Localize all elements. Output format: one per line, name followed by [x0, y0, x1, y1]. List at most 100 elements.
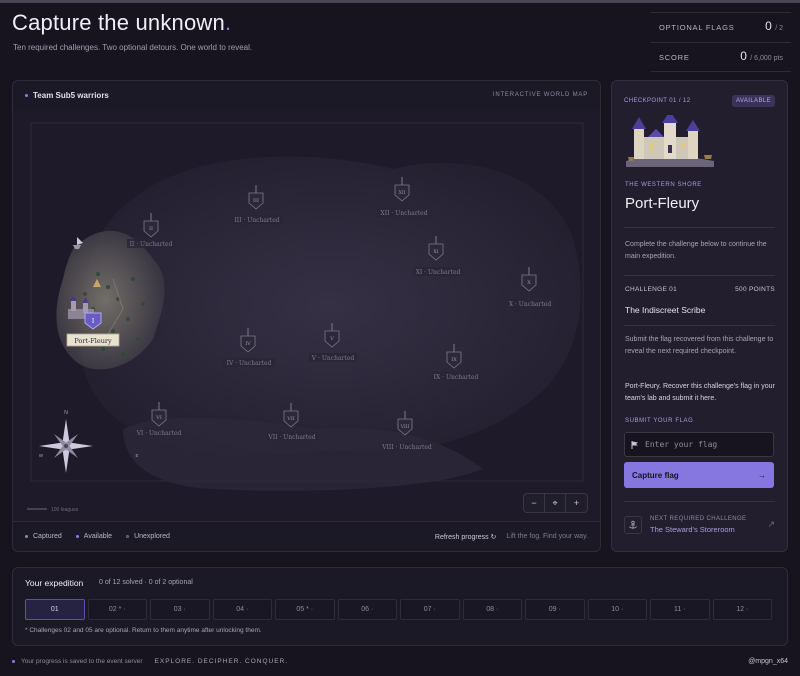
- checkpoint-label: VI · Uncharted: [136, 430, 182, 437]
- checkpoint-label: XI · Uncharted: [416, 269, 461, 276]
- step-02[interactable]: 02 * ·: [87, 599, 147, 620]
- divider: [624, 227, 775, 228]
- checkpoint-description: Complete the challenge below to continue…: [625, 241, 767, 260]
- expedition-panel: Your expedition 0 of 12 solved · 0 of 2 …: [12, 567, 788, 646]
- checkpoint-numeral: XI: [433, 249, 439, 255]
- status-badge: AVAILABLE: [731, 95, 775, 107]
- tagline: EXPLORE. DECIPHER. CONQUER.: [154, 658, 289, 665]
- optional-flags-label: OPTIONAL FLAGS: [659, 23, 735, 32]
- page-title: Capture the unknown.: [12, 10, 232, 35]
- checkpoint-label: IV · Uncharted: [227, 360, 272, 367]
- step-03[interactable]: 03 ·: [150, 599, 210, 620]
- expedition-note: * Challenges 02 and 05 are optional. Ret…: [25, 627, 262, 634]
- team-bullet-icon: [25, 93, 28, 97]
- challenge-meta: CHALLENGE 01 500 POINTS: [625, 286, 775, 293]
- step-04[interactable]: 04 ·: [212, 599, 272, 620]
- world-map-panel: Team Sub5 warriors INTERACTIVE WORLD MAP: [12, 80, 601, 552]
- legend-captured: Captured: [25, 533, 62, 540]
- checkpoint-label: CHECKPOINT 01 / 12: [624, 98, 691, 104]
- divider: [624, 325, 775, 326]
- map-header: Team Sub5 warriors INTERACTIVE WORLD MAP: [13, 81, 600, 109]
- capture-flag-label: Capture flag: [632, 470, 679, 480]
- anchor-icon: [629, 520, 637, 529]
- checkpoint-numeral: VI: [155, 415, 162, 421]
- optional-flags-value: 0 / 2: [765, 19, 783, 33]
- checkpoint-numeral: IV: [245, 341, 251, 347]
- checkpoint-label: V · Uncharted: [311, 355, 355, 362]
- checkpoint-label: III · Uncharted: [234, 217, 279, 224]
- world-map[interactable]: I Port-Fleury II II · Uncharted III III …: [13, 109, 600, 522]
- checkpoint-numeral: XII: [399, 190, 406, 196]
- flag-icon: [631, 440, 638, 449]
- step-08[interactable]: 08 ·: [462, 599, 522, 620]
- legend-available: Available: [75, 533, 112, 540]
- checkpoint-numeral: X: [527, 280, 531, 286]
- recenter-button[interactable]: ⌖: [545, 494, 566, 512]
- challenge-label: CHALLENGE 01: [625, 286, 678, 293]
- author-handle[interactable]: @mpgn_x64: [748, 658, 788, 665]
- step-12[interactable]: 12 ·: [712, 599, 772, 620]
- checkpoint-numeral: VII: [286, 416, 295, 422]
- checkpoint-label: IX · Uncharted: [434, 374, 479, 381]
- expedition-meta: 0 of 12 solved · 0 of 2 optional: [99, 579, 193, 586]
- map-footer: Captured Available Unexplored Refresh pr…: [13, 521, 600, 551]
- zoom-in-button[interactable]: +: [566, 494, 587, 512]
- next-challenge-text: NEXT REQUIRED CHALLENGE The Steward's St…: [650, 516, 759, 534]
- zoom-controls: − ⌖ +: [523, 493, 588, 513]
- checkpoint-label: X · Uncharted: [509, 301, 552, 308]
- stats-panel: OPTIONAL FLAGS 0 / 2 SCORE 0 / 6,000 pts: [651, 12, 791, 72]
- score-stat: SCORE 0 / 6,000 pts: [651, 42, 791, 72]
- checkpoint-numeral: V: [329, 336, 334, 342]
- checkpoint-panel: CHECKPOINT 01 / 12 AVAILABLE THE WESTERN…: [611, 80, 788, 552]
- step-10[interactable]: 10 ·: [587, 599, 647, 620]
- external-arrow-icon: ↗: [767, 519, 775, 529]
- checkpoint-numeral: II: [149, 226, 153, 232]
- status-dot-icon: [12, 660, 15, 663]
- compass-n: N: [64, 410, 68, 416]
- page-subtitle: Ten required challenges. Two optional de…: [13, 43, 253, 52]
- divider: [624, 275, 775, 276]
- region-label: THE WESTERN SHORE: [625, 182, 702, 188]
- step-06[interactable]: 06 ·: [337, 599, 397, 620]
- checkpoint-header: CHECKPOINT 01 / 12 AVAILABLE: [624, 95, 775, 107]
- legend-unexplored: Unexplored: [126, 533, 170, 540]
- score-label: SCORE: [659, 53, 690, 62]
- legend-dot-icon: [75, 535, 79, 538]
- refresh-progress-link[interactable]: Refresh progress ↻: [435, 533, 497, 541]
- checkpoint-numeral: III: [253, 198, 259, 204]
- scale-label: 100 leagues: [51, 507, 79, 513]
- flag-input[interactable]: [645, 440, 765, 449]
- save-status: Your progress is saved to the event serv…: [21, 658, 143, 665]
- challenge-points: 500 POINTS: [735, 286, 775, 293]
- next-challenge-icon: [624, 515, 642, 534]
- step-07[interactable]: 07 ·: [400, 599, 460, 620]
- next-challenge-label: NEXT REQUIRED CHALLENGE: [650, 515, 747, 522]
- page-footer: Your progress is saved to the event serv…: [12, 658, 788, 665]
- castle-illustration-icon: [626, 115, 714, 167]
- submit-label: SUBMIT YOUR FLAG: [625, 418, 694, 424]
- checkpoint-label: II · Uncharted: [130, 241, 173, 248]
- flag-input-wrapper: [624, 432, 774, 457]
- optional-flags-stat: OPTIONAL FLAGS 0 / 2: [651, 12, 791, 42]
- zoom-out-button[interactable]: −: [524, 494, 545, 512]
- step-05[interactable]: 05 * ·: [275, 599, 335, 620]
- expedition-title: Your expedition: [25, 578, 84, 588]
- legend-dot-icon: [126, 535, 130, 538]
- step-09[interactable]: 09 ·: [525, 599, 585, 620]
- challenge-name: The Indiscreet Scribe: [625, 305, 706, 315]
- next-challenge-link[interactable]: NEXT REQUIRED CHALLENGE The Steward's St…: [624, 501, 775, 541]
- checkpoint-numeral: IX: [451, 357, 457, 363]
- compass-e: E: [135, 453, 138, 458]
- arrow-right-icon: →: [758, 470, 766, 480]
- score-value: 0 / 6,000 pts: [740, 49, 783, 63]
- map-hint: Lift the fog. Find your way.: [506, 533, 588, 540]
- place-name: Port-Fleury: [625, 195, 700, 212]
- step-11[interactable]: 11 ·: [650, 599, 710, 620]
- challenge-description: Submit the flag recovered from this chal…: [625, 336, 774, 355]
- checkpoint-label: XII · Uncharted: [380, 210, 427, 217]
- step-01[interactable]: 01: [25, 599, 85, 620]
- checkpoint-label: VII · Uncharted: [267, 434, 315, 441]
- next-challenge-name: The Steward's Storeroom: [650, 524, 735, 534]
- title-dot: .: [224, 10, 232, 35]
- capture-flag-button[interactable]: Capture flag →: [624, 462, 774, 488]
